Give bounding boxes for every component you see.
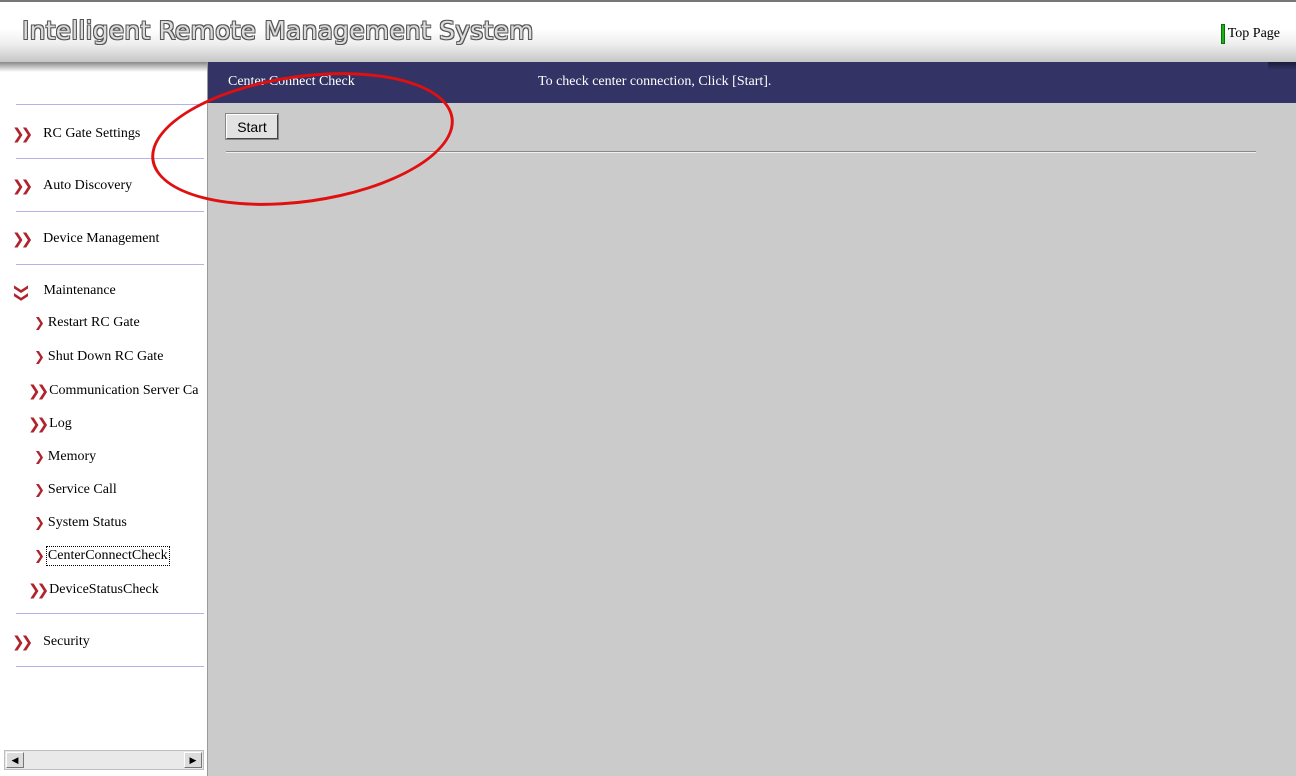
header-corner-shadow [1268, 62, 1296, 70]
menu-divider [16, 211, 204, 212]
double-chevron-right-icon: ❯❯ [28, 415, 49, 433]
top-page-link[interactable]: Top Page [1220, 24, 1280, 44]
sidebar-item-restart-rc-gate[interactable]: ❯ Restart RC Gate [34, 315, 140, 331]
double-chevron-right-icon: ❯❯ [12, 633, 33, 651]
main-content: Center Connect Check To check center con… [208, 62, 1296, 776]
double-chevron-right-icon: ❯❯ [28, 382, 49, 400]
instruction-text: To check center connection, Click [Start… [538, 74, 772, 89]
sidebar-item-maintenance[interactable]: ❯❯ Maintenance [14, 283, 116, 299]
sidebar-item-label: Memory [47, 449, 97, 464]
sidebar-item-label: Auto Discovery [43, 178, 133, 193]
sidebar-item-communication-server[interactable]: ❯❯ Communication Server Ca [28, 382, 198, 400]
sidebar: ❯❯ RC Gate Settings ❯❯ Auto Discovery ❯❯… [0, 62, 208, 776]
sidebar-item-label: Restart RC Gate [47, 315, 140, 330]
sidebar-item-label: Shut Down RC Gate [47, 349, 164, 364]
scroll-right-arrow-icon[interactable]: ▶ [184, 752, 202, 768]
sidebar-item-center-connect-check[interactable]: ❯ CenterConnectCheck [34, 546, 170, 566]
sidebar-item-device-management[interactable]: ❯❯ Device Management [12, 230, 159, 248]
sidebar-item-label: Service Call [47, 482, 117, 497]
sidebar-item-memory[interactable]: ❯ Memory [34, 449, 96, 465]
double-chevron-right-icon: ❯❯ [12, 125, 33, 143]
chevron-right-icon: ❯ [34, 349, 45, 365]
sidebar-item-auto-discovery[interactable]: ❯❯ Auto Discovery [12, 177, 132, 195]
chevron-right-icon: ❯ [34, 449, 45, 465]
sidebar-item-label: System Status [47, 515, 127, 530]
menu-divider [16, 613, 204, 614]
chevron-right-icon: ❯ [34, 315, 45, 331]
chevron-right-icon: ❯ [34, 548, 45, 564]
sidebar-item-label: RC Gate Settings [43, 126, 141, 141]
scroll-left-arrow-icon[interactable]: ◀ [6, 752, 24, 768]
sidebar-item-label: Security [43, 634, 90, 649]
menu-divider [16, 666, 204, 667]
sidebar-item-label: Device Management [43, 231, 160, 246]
sidebar-item-shut-down-rc-gate[interactable]: ❯ Shut Down RC Gate [34, 349, 163, 365]
top-page-marker-icon [1220, 24, 1225, 44]
sidebar-menu: ❯❯ RC Gate Settings ❯❯ Auto Discovery ❯❯… [0, 62, 207, 752]
sidebar-item-rc-gate-settings[interactable]: ❯❯ RC Gate Settings [12, 125, 140, 143]
app-header: Intelligent Remote Management System Top… [0, 0, 1296, 62]
double-chevron-right-icon: ❯❯ [12, 230, 33, 248]
menu-divider [16, 104, 204, 105]
double-chevron-right-icon: ❯❯ [28, 581, 49, 599]
sidebar-horizontal-scrollbar[interactable]: ◀ ▶ [4, 750, 204, 770]
sidebar-item-label: Communication Server Ca [49, 383, 199, 398]
sidebar-item-label: Log [49, 416, 72, 431]
chevron-right-icon: ❯ [34, 482, 45, 498]
sidebar-item-service-call[interactable]: ❯ Service Call [34, 482, 117, 498]
top-page-label: Top Page [1227, 26, 1280, 41]
sidebar-item-label: DeviceStatusCheck [49, 582, 159, 597]
content-divider [226, 151, 1256, 153]
app-title: Intelligent Remote Management System [22, 16, 534, 45]
content-header: Center Connect Check To check center con… [208, 62, 1296, 103]
sidebar-item-label: Maintenance [43, 283, 116, 298]
menu-divider [16, 264, 204, 265]
sidebar-item-log[interactable]: ❯❯ Log [28, 415, 72, 433]
double-chevron-down-icon: ❯❯ [13, 283, 30, 299]
sidebar-item-system-status[interactable]: ❯ System Status [34, 515, 127, 531]
sidebar-item-device-status-check[interactable]: ❯❯ DeviceStatusCheck [28, 581, 159, 599]
sidebar-item-security[interactable]: ❯❯ Security [12, 633, 90, 651]
chevron-right-icon: ❯ [34, 515, 45, 531]
page-title: Center Connect Check [228, 74, 355, 89]
menu-divider [16, 158, 204, 159]
double-chevron-right-icon: ❯❯ [12, 177, 33, 195]
start-button[interactable]: Start [226, 114, 278, 139]
sidebar-item-label: CenterConnectCheck [45, 546, 170, 566]
